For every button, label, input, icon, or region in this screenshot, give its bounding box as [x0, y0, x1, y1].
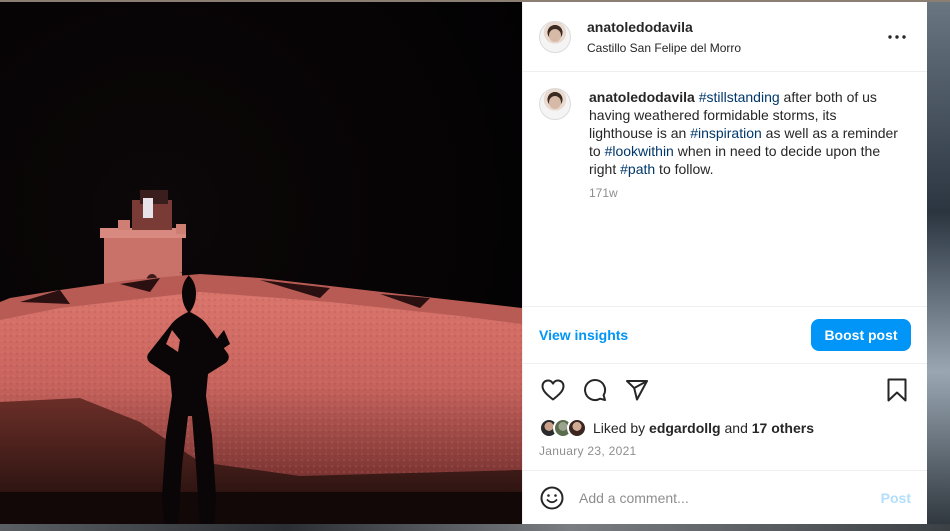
post-photo[interactable]: [0, 2, 522, 524]
post-side-panel: anatoledodavila Castillo San Felipe del …: [522, 2, 927, 524]
hashtag-link[interactable]: #stillstanding: [699, 89, 780, 105]
boost-post-button[interactable]: Boost post: [811, 319, 911, 351]
caption-body: anatoledodavila #stillstanding after bot…: [589, 88, 899, 200]
comment-row: Post: [523, 470, 927, 524]
emoji-button[interactable]: [539, 485, 565, 511]
emoji-icon: [540, 486, 564, 509]
author-avatar[interactable]: [539, 20, 571, 53]
save-button[interactable]: [883, 376, 911, 404]
backdrop-bottom: [0, 524, 950, 531]
caption-text: anatoledodavila #stillstanding after bot…: [589, 88, 899, 178]
bookmark-icon: [887, 378, 907, 402]
send-icon: [626, 380, 648, 401]
author-username[interactable]: anatoledodavila: [587, 19, 883, 35]
comment-icon: [584, 379, 607, 402]
share-button[interactable]: [623, 376, 651, 404]
more-options-button[interactable]: [883, 23, 911, 51]
like-button[interactable]: [539, 376, 567, 404]
first-liker-link[interactable]: edgardollg: [649, 420, 721, 436]
more-horizontal-icon: [888, 34, 906, 39]
liker-avatar[interactable]: [567, 418, 587, 438]
photo-scene: [0, 2, 522, 524]
comment-button[interactable]: [581, 376, 609, 404]
caption-area: anatoledodavila #stillstanding after bot…: [523, 72, 927, 306]
post-modal: anatoledodavila Castillo San Felipe del …: [0, 2, 927, 524]
caption-row: anatoledodavila #stillstanding after bot…: [539, 88, 911, 200]
insights-row: View insights Boost post: [523, 306, 927, 364]
likes-prefix: Liked by: [593, 420, 650, 436]
hashtag-link[interactable]: #lookwithin: [605, 143, 674, 159]
heart-icon: [541, 379, 565, 401]
likes-row: Liked by edgardollg and 17 others: [523, 416, 927, 440]
hashtag-link[interactable]: #inspiration: [690, 125, 762, 141]
post-comment-button[interactable]: Post: [881, 490, 911, 506]
post-location[interactable]: Castillo San Felipe del Morro: [587, 41, 883, 55]
caption-fragment: to follow.: [655, 161, 714, 177]
likes-summary: Liked by edgardollg and 17 others: [593, 420, 814, 436]
post-date: January 23, 2021: [539, 444, 637, 458]
view-insights-link[interactable]: View insights: [539, 327, 628, 343]
others-likes-link[interactable]: 17 others: [752, 420, 814, 436]
hashtag-link[interactable]: #path: [620, 161, 655, 177]
caption-avatar[interactable]: [539, 88, 571, 120]
comment-input[interactable]: [579, 489, 881, 506]
author-info: anatoledodavila Castillo San Felipe del …: [587, 19, 883, 55]
caption-username[interactable]: anatoledodavila: [589, 89, 695, 105]
likes-middle: and: [720, 420, 752, 436]
post-header: anatoledodavila Castillo San Felipe del …: [523, 2, 927, 72]
caption-age: 171w: [589, 186, 618, 200]
liker-avatars[interactable]: [539, 418, 587, 438]
action-bar: [523, 364, 927, 416]
